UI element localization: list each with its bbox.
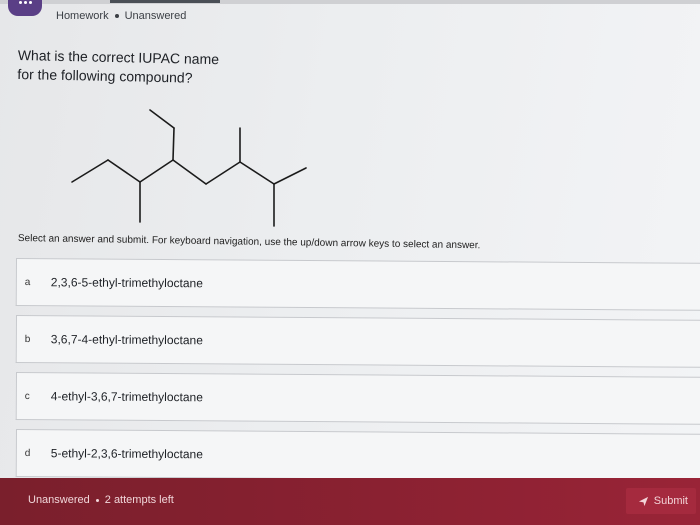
bond: [107, 159, 141, 183]
bond: [172, 159, 207, 185]
skeletal-structure-image: [71, 109, 307, 227]
app-menu-icon[interactable]: [8, 0, 42, 16]
bond: [139, 159, 174, 183]
option-text: 4-ethyl-3,6,7-trimethyloctane: [50, 389, 203, 405]
bond: [205, 161, 241, 185]
answer-option-b[interactable]: b 3,6,7-4-ethyl-trimethyloctane: [15, 315, 700, 368]
answer-option-a[interactable]: a 2,3,6-5-ethyl-trimethyloctane: [15, 258, 700, 311]
bond: [71, 159, 109, 183]
bond: [239, 161, 275, 185]
breadcrumb-section: Homework: [56, 10, 109, 22]
instruction-text: Select an answer and submit. For keyboar…: [17, 233, 481, 252]
bond: [273, 167, 307, 185]
option-letter: b: [24, 333, 31, 345]
homework-page: Homework Unanswered What is the correct …: [0, 0, 700, 525]
question-prompt: What is the correct IUPAC name for the f…: [17, 46, 219, 88]
submit-label: Submit: [653, 495, 688, 507]
answer-status: Unanswered: [28, 494, 90, 506]
footer-status: Unanswered 2 attempts left: [28, 494, 174, 506]
bond: [149, 109, 175, 129]
footer-bar: Unanswered 2 attempts left Submit: [0, 478, 700, 525]
submit-button[interactable]: Submit: [625, 488, 696, 514]
option-text: 3,6,7-4-ethyl-trimethyloctane: [50, 332, 203, 348]
attempts-remaining: 2 attempts left: [104, 494, 174, 506]
answer-options: a 2,3,6-5-ethyl-trimethyloctane b 3,6,7-…: [15, 258, 700, 486]
answer-option-c[interactable]: c 4-ethyl-3,6,7-trimethyloctane: [15, 372, 700, 425]
option-letter: c: [24, 390, 30, 402]
option-text: 5-ethyl-2,3,6-trimethyloctane: [50, 446, 203, 462]
option-letter: d: [24, 447, 31, 459]
breadcrumb: Homework Unanswered: [56, 10, 186, 22]
send-arrow-icon: [638, 496, 648, 506]
option-letter: a: [24, 276, 31, 288]
active-tab-indicator: [110, 0, 220, 3]
bond: [172, 127, 175, 161]
top-strip: [0, 0, 700, 4]
option-text: 2,3,6-5-ethyl-trimethyloctane: [50, 275, 203, 291]
answer-option-d[interactable]: d 5-ethyl-2,3,6-trimethyloctane: [15, 429, 700, 482]
separator-dot-icon: [114, 14, 119, 18]
question-line-2: for the following compound?: [17, 65, 193, 86]
breadcrumb-status: Unanswered: [124, 10, 187, 22]
separator-dot-icon: [95, 498, 99, 502]
